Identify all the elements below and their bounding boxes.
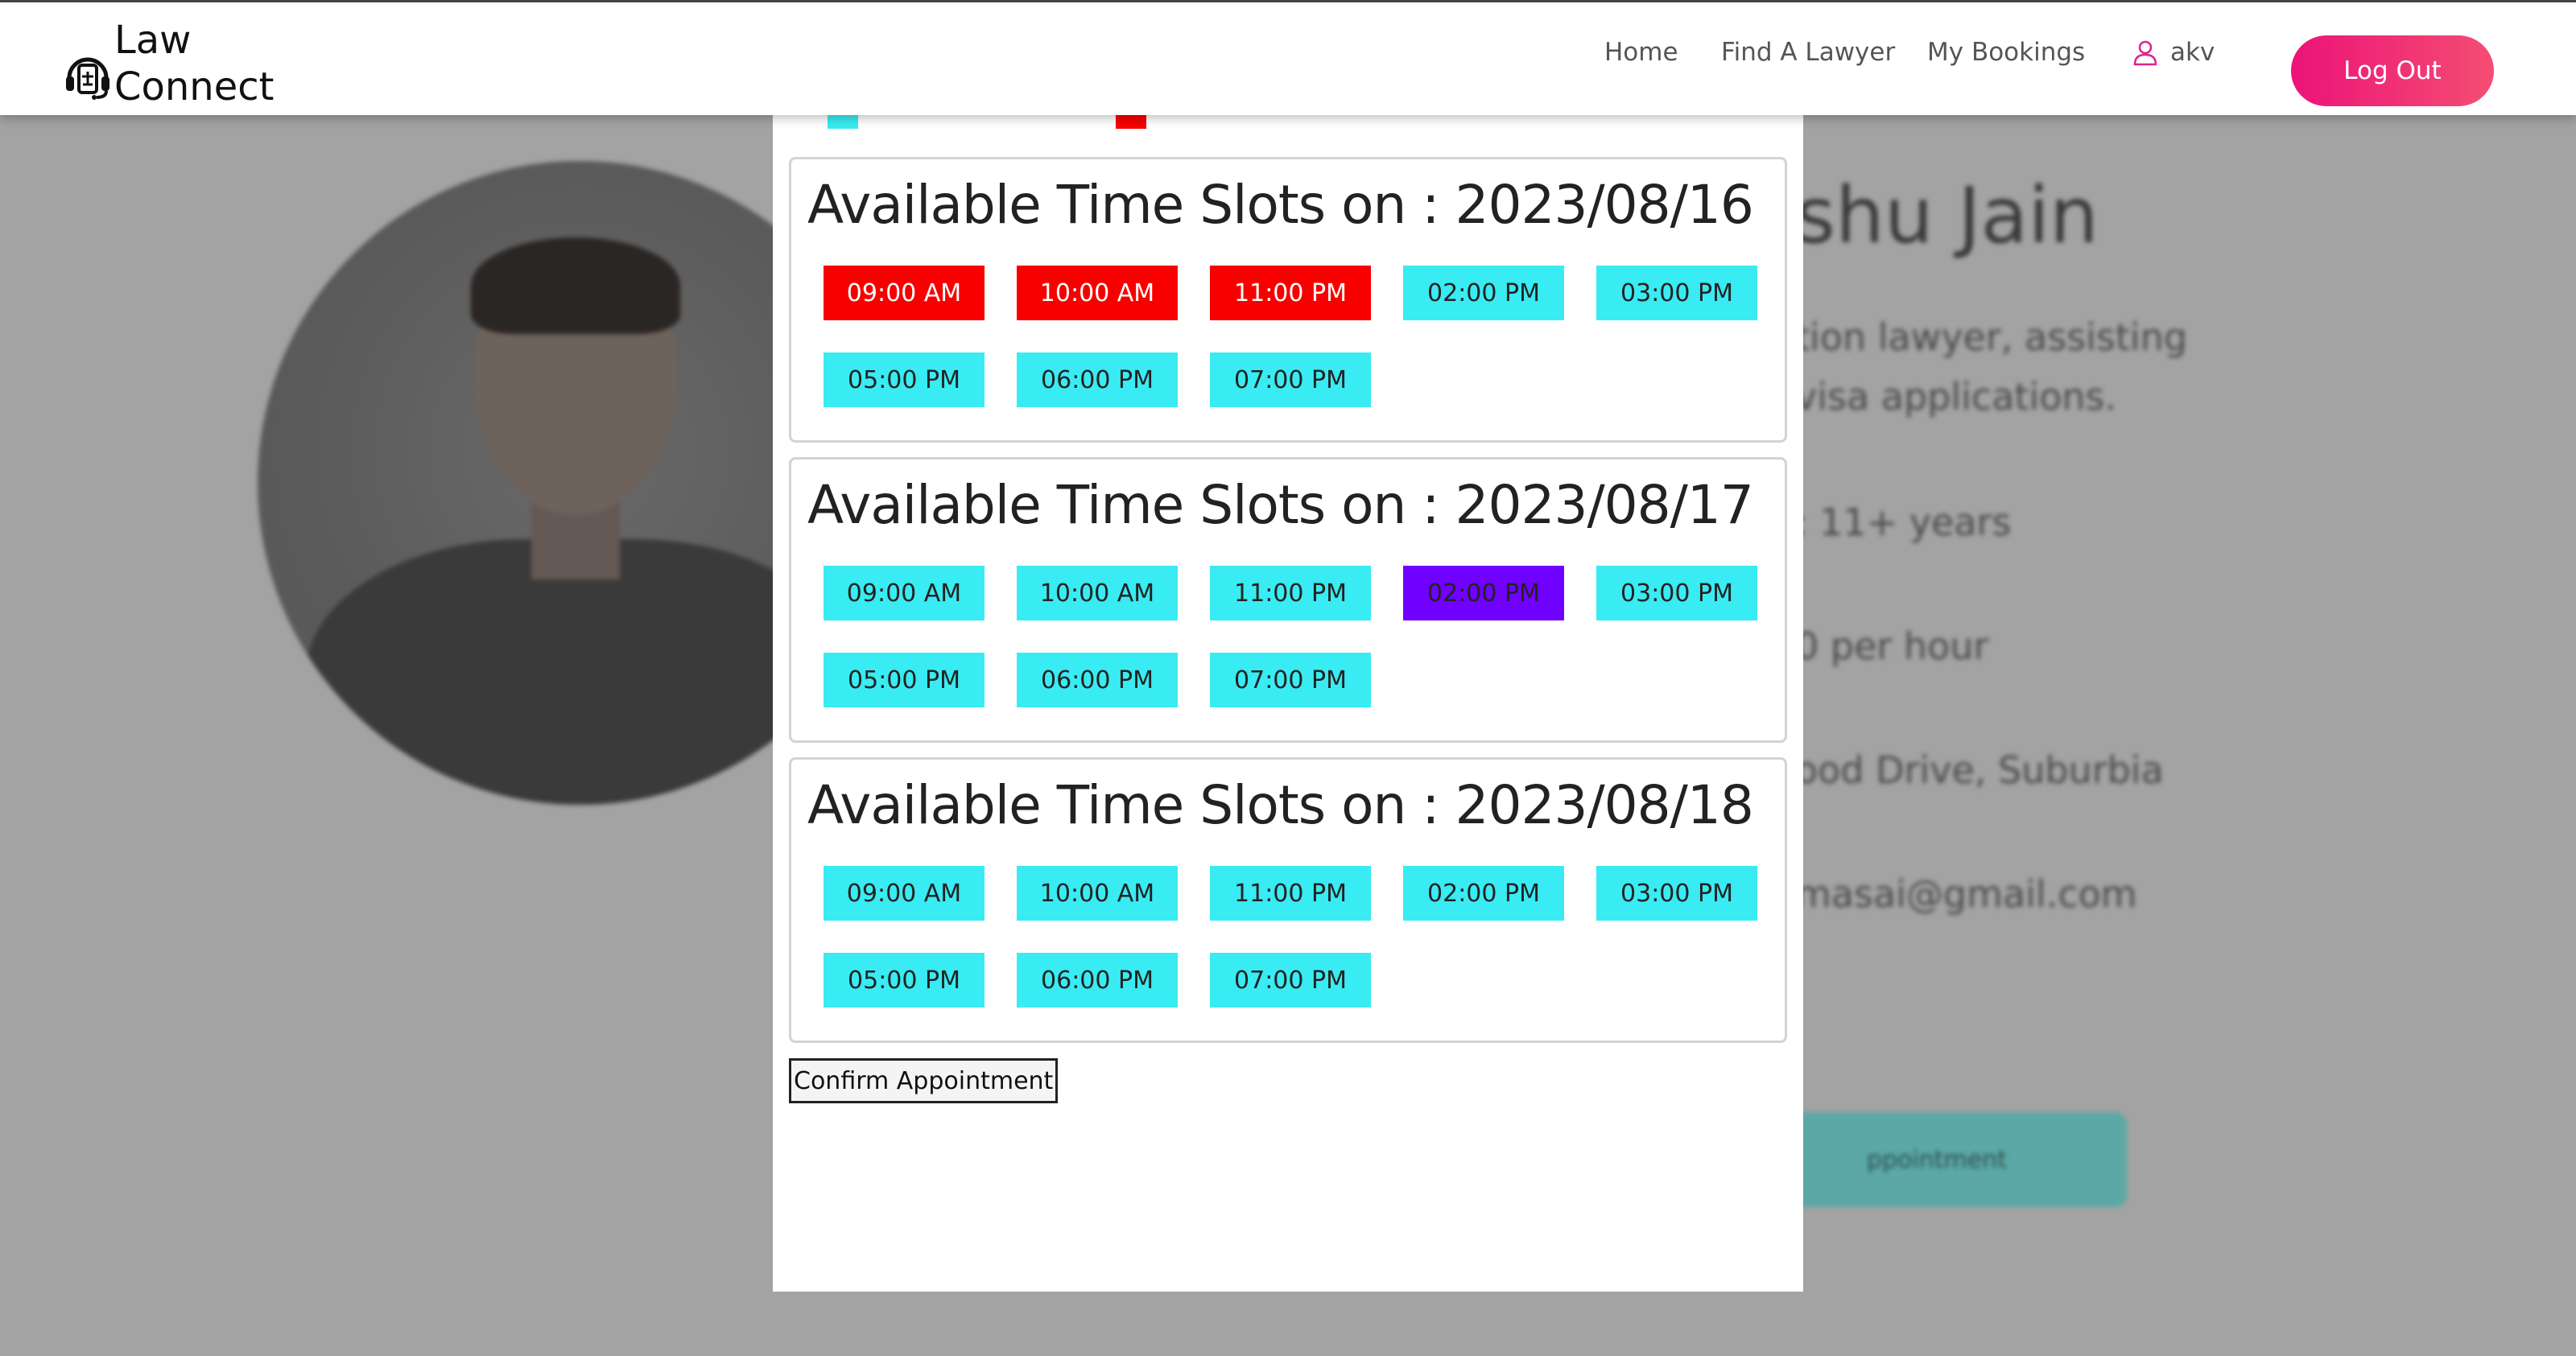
nav-username: akv	[2170, 38, 2215, 67]
time-slot-button[interactable]: 03:00 PM	[1596, 266, 1757, 320]
time-slot-button[interactable]: 10:00 AM	[1017, 866, 1178, 921]
logout-button[interactable]: Log Out	[2291, 35, 2494, 106]
booking-modal: Available Time Slots on : 2023/08/16 09:0…	[773, 105, 1803, 1292]
lawyer-experience: : 11+ years	[1795, 501, 2012, 544]
lawyer-email: masai@gmail.com	[1795, 872, 2137, 916]
legend-available-swatch	[828, 113, 858, 129]
time-slot-button[interactable]: 07:00 PM	[1210, 653, 1371, 707]
time-slot-button[interactable]: 11:00 PM	[1210, 866, 1371, 921]
time-slot-button[interactable]: 09:00 AM	[824, 266, 985, 320]
time-slot-day-heading: Available Time Slots on : 2023/08/17	[807, 474, 1754, 536]
time-slot-button[interactable]: 09:00 AM	[824, 566, 985, 620]
time-slot-button[interactable]: 05:00 PM	[824, 953, 985, 1008]
time-slot-button[interactable]: 07:00 PM	[1210, 352, 1371, 407]
time-slot-button[interactable]: 02:00 PM	[1403, 566, 1564, 620]
nav-find-a-lawyer[interactable]: Find A Lawyer	[1721, 38, 1895, 67]
time-slot-button[interactable]: 05:00 PM	[824, 352, 985, 407]
time-slot-button[interactable]: 06:00 PM	[1017, 653, 1178, 707]
time-slot-day-card: Available Time Slots on : 2023/08/16 09:0…	[789, 157, 1787, 443]
time-slot-day-card: Available Time Slots on : 2023/08/18 09:0…	[789, 757, 1787, 1043]
brand[interactable]: Law Connect	[61, 17, 274, 110]
nav-home[interactable]: Home	[1604, 38, 1678, 67]
time-slot-day-heading: Available Time Slots on : 2023/08/18	[807, 774, 1754, 836]
lawyer-description-line2: visa applications.	[1795, 375, 2117, 418]
top-navbar: Law Connect Home Find A Lawyer My Bookin…	[0, 0, 2576, 115]
time-slot-button[interactable]: 10:00 AM	[1017, 266, 1178, 320]
time-slot-button[interactable]: 09:00 AM	[824, 866, 985, 921]
time-slot-button[interactable]: 02:00 PM	[1403, 266, 1564, 320]
time-slot-button[interactable]: 05:00 PM	[824, 653, 985, 707]
lawyer-fee: 0 per hour	[1795, 624, 1989, 668]
time-slot-button[interactable]: 07:00 PM	[1210, 953, 1371, 1008]
law-connect-logo-icon	[66, 57, 109, 100]
time-slot-button[interactable]: 02:00 PM	[1403, 866, 1564, 921]
nav-my-bookings[interactable]: My Bookings	[1927, 38, 2085, 67]
brand-name-line2: Connect	[114, 64, 275, 109]
time-slot-button[interactable]: 03:00 PM	[1596, 866, 1757, 921]
lawyer-description-line1: tion lawyer, assisting	[1795, 315, 2188, 359]
nav-user-profile[interactable]: akv	[2132, 38, 2215, 67]
legend-booked-swatch	[1116, 113, 1146, 129]
time-slot-button[interactable]: 03:00 PM	[1596, 566, 1757, 620]
brand-name-line1: Law	[114, 18, 192, 63]
lawyer-name: shu Jain	[1795, 171, 2099, 261]
user-icon	[2133, 40, 2157, 66]
time-slot-button[interactable]: 06:00 PM	[1017, 352, 1178, 407]
lawyer-address: ood Drive, Suburbia	[1795, 748, 2164, 792]
time-slot-day-card: Available Time Slots on : 2023/08/17 09:0…	[789, 457, 1787, 743]
time-slot-day-heading: Available Time Slots on : 2023/08/16	[807, 174, 1754, 236]
time-slot-button[interactable]: 06:00 PM	[1017, 953, 1178, 1008]
time-slot-button[interactable]: 11:00 PM	[1210, 266, 1371, 320]
time-slot-button[interactable]: 11:00 PM	[1210, 566, 1371, 620]
time-slot-button[interactable]: 10:00 AM	[1017, 566, 1178, 620]
confirm-appointment-button[interactable]: Confirm Appointment	[789, 1058, 1059, 1103]
